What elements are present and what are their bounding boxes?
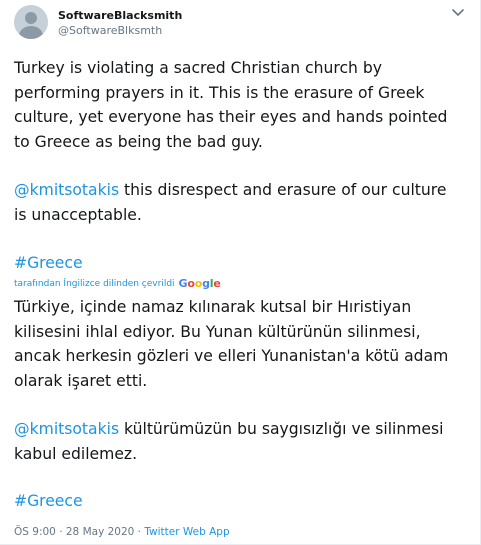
tweet-text-line: performing prayers in it. This is the er… [14, 83, 425, 102]
mention-link[interactable]: @kmitsotakis [14, 181, 119, 199]
translated-text-line: kabul edilemez. [14, 444, 138, 463]
google-logo: Google [179, 277, 221, 290]
user-name[interactable]: SoftwareBlacksmith [58, 9, 182, 22]
tweet-card: SoftwareBlacksmith @SoftwareBlksmth Turk… [0, 0, 481, 545]
translated-text-line: ancak herkesin gözleri ve elleri Yunanis… [14, 347, 449, 365]
tweet-time[interactable]: ÖS 9:00 [14, 526, 56, 538]
tweet-text-segment: this disrespect and erasure of our cultu… [119, 181, 447, 199]
avatar[interactable] [14, 5, 48, 39]
tweet-text-line: to Greece as being the bad guy. [14, 132, 263, 151]
mention-link[interactable]: @kmitsotakis [14, 420, 119, 438]
meta-separator: · [134, 526, 145, 538]
google-logo-letter: o [187, 277, 195, 290]
translated-text-line: Türkiye, içinde namaz kılınarak kutsal b… [14, 298, 412, 316]
tweet-text-line: is unacceptable. [14, 205, 142, 224]
hashtag-link[interactable]: #Greece [14, 251, 469, 276]
meta-separator: · [55, 526, 66, 538]
tweet-meta: ÖS 9:00 · 28 May 2020 · Twitter Web App [14, 526, 230, 538]
google-logo-letter: o [194, 277, 203, 290]
tweet-source-link[interactable]: Twitter Web App [144, 526, 229, 538]
translated-text-segment: kültürümüzün bu saygısızlığı ve silinmes… [119, 420, 444, 438]
google-logo-letter: g [202, 277, 210, 290]
translated-text-line: kilisesini ihlal ediyor. Bu Yunan kültür… [14, 322, 421, 341]
tweet-text-paragraph-3: #Greece [14, 251, 469, 276]
tweet-text-paragraph-1: Turkey is violating a sacred Christian c… [14, 56, 469, 154]
avatar-body [19, 26, 43, 39]
translated-text-paragraph-1: Türkiye, içinde namaz kılınarak kutsal b… [14, 295, 469, 393]
chevron-down-icon[interactable] [450, 6, 466, 20]
avatar-head [25, 12, 37, 24]
tweet-text-line: Turkey is violating a sacred Christian c… [14, 59, 383, 77]
translated-text-line: olarak işaret etti. [14, 371, 148, 390]
translated-text-paragraph-2: @kmitsotakis kültürümüzün bu saygısızlığ… [14, 417, 469, 466]
google-logo-letter: e [213, 277, 221, 290]
user-handle[interactable]: @SoftwareBlksmth [58, 24, 162, 37]
translation-notice: tarafından İngilizce dilinden çevrildi G… [14, 277, 221, 290]
translation-notice-text[interactable]: tarafından İngilizce dilinden çevrildi [14, 279, 175, 289]
tweet-text-line: culture, yet everyone has their eyes and… [14, 108, 448, 126]
translated-text-paragraph-3: #Greece [14, 489, 469, 514]
tweet-date[interactable]: 28 May 2020 [66, 526, 134, 538]
hashtag-link[interactable]: #Greece [14, 489, 469, 514]
tweet-text-paragraph-2: @kmitsotakis this disrespect and erasure… [14, 178, 469, 227]
